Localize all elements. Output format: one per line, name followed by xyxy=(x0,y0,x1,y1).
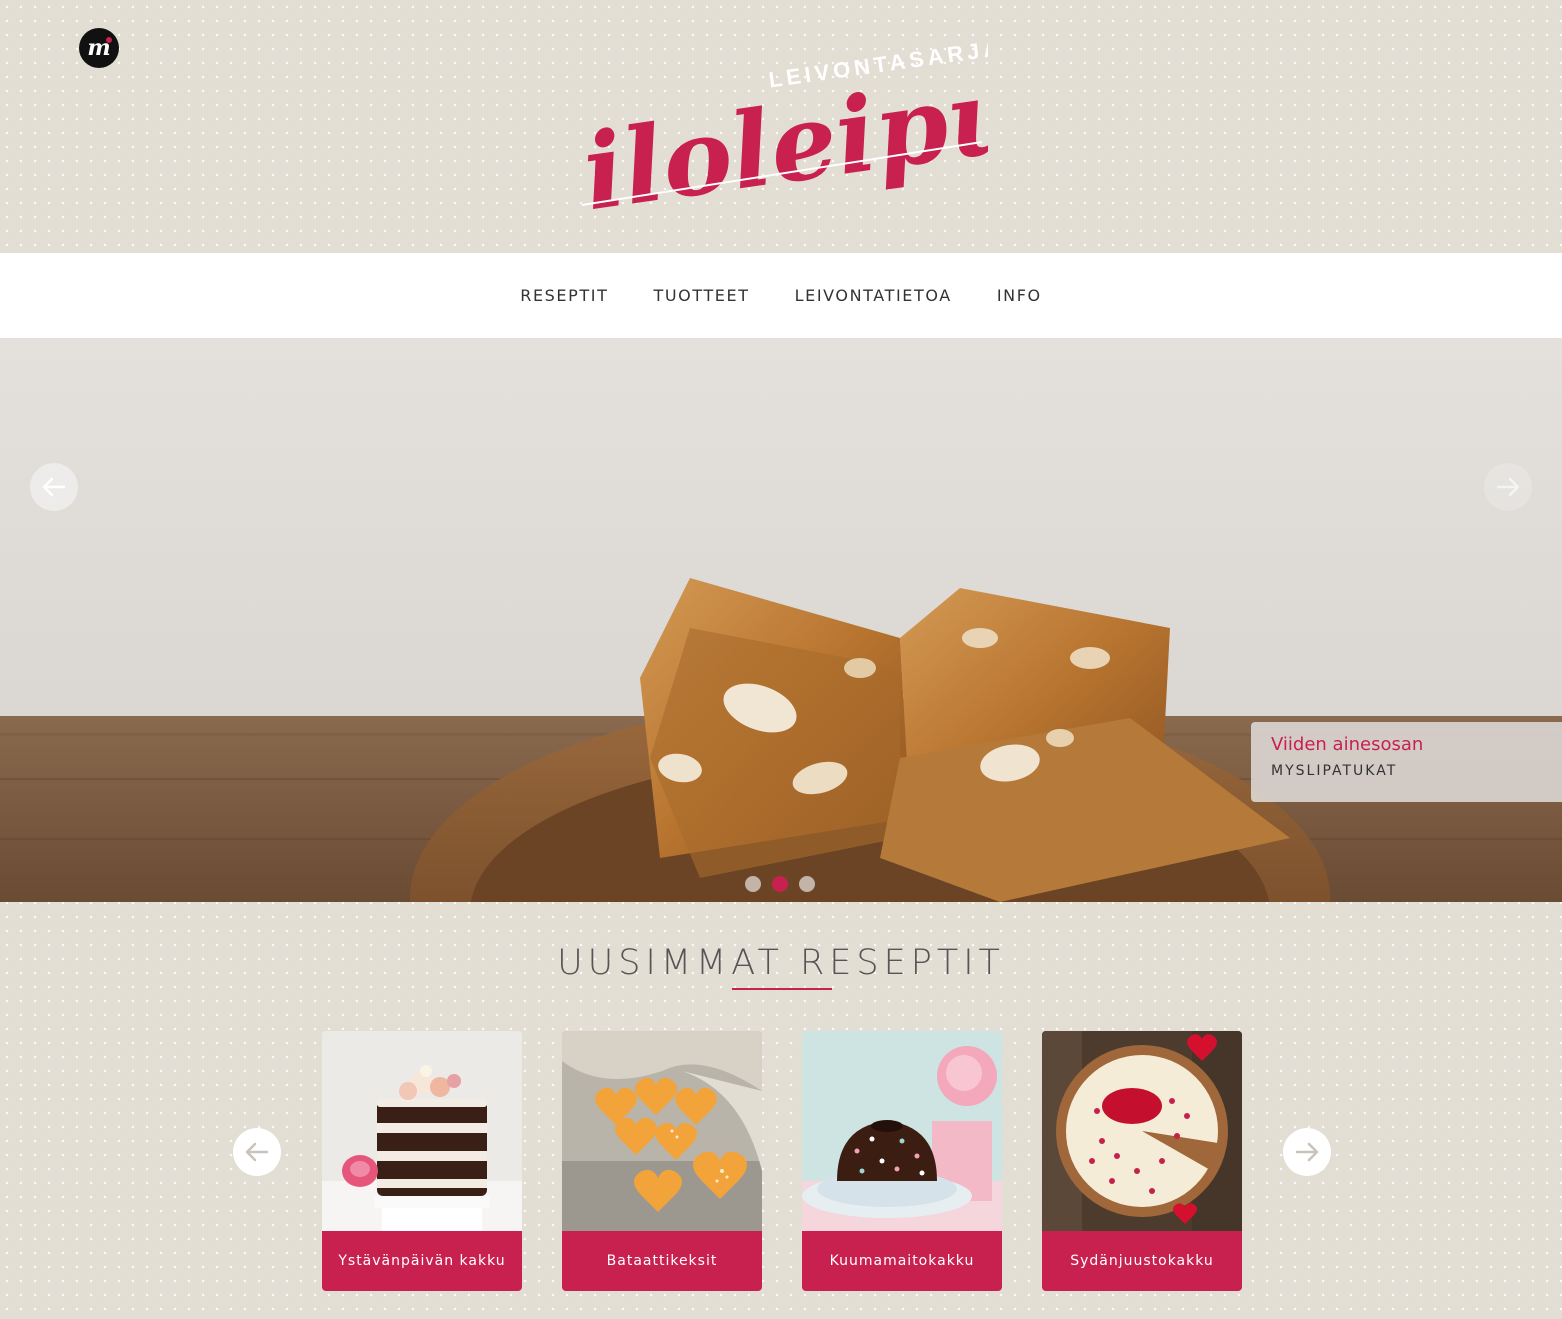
slider-dot-1[interactable] xyxy=(745,876,761,892)
recipe-image xyxy=(562,1031,762,1231)
slider-dot-3[interactable] xyxy=(799,876,815,892)
section-title-underline xyxy=(732,988,832,990)
section-title: UUSIMMAT RESEPTIT xyxy=(557,943,1005,983)
recipe-card-label: Bataattikeksit xyxy=(562,1231,762,1291)
brand-badge-icon[interactable]: m xyxy=(79,28,119,68)
arrow-left-icon xyxy=(245,1142,269,1162)
recipes-next-button[interactable] xyxy=(1283,1128,1331,1176)
nav-item-leivontatietoa[interactable]: LEIVONTATIETOA xyxy=(795,286,952,305)
recipe-card-kuumamaitokakku[interactable]: Kuumamaitokakku xyxy=(802,1031,1002,1291)
recipes-prev-button[interactable] xyxy=(233,1128,281,1176)
arrow-right-icon xyxy=(1496,477,1520,497)
main-nav: RESEPTIT TUOTTEET LEIVONTATIETOA INFO xyxy=(0,253,1562,338)
hero-caption-subtitle: MYSLIPATUKAT xyxy=(1271,763,1398,779)
slider-dot-2[interactable] xyxy=(772,876,788,892)
hero-caption[interactable]: Viiden ainesosan MYSLIPATUKAT xyxy=(1251,722,1562,802)
hero-caption-title: Viiden ainesosan xyxy=(1271,734,1424,755)
hero-image xyxy=(0,338,1562,902)
site-header: m LEIVONTASARJA iloleipuri xyxy=(0,0,1562,253)
nav-item-info[interactable]: INFO xyxy=(997,286,1042,305)
arrow-left-icon xyxy=(42,477,66,497)
hero-prev-button[interactable] xyxy=(30,463,78,511)
hero-slider: Viiden ainesosan MYSLIPATUKAT xyxy=(0,338,1562,902)
nav-item-reseptit[interactable]: RESEPTIT xyxy=(520,286,608,305)
logo-graphic: LEIVONTASARJA iloleipuri xyxy=(576,35,988,218)
recipe-card-sydanjuustokakku[interactable]: Sydänjuustokakku xyxy=(1042,1031,1242,1291)
arrow-right-icon xyxy=(1295,1142,1319,1162)
recipe-card-label: Ystävänpäivän kakku xyxy=(322,1231,522,1291)
recipe-card-label: Sydänjuustokakku xyxy=(1042,1231,1242,1291)
site-logo[interactable]: LEIVONTASARJA iloleipuri xyxy=(576,22,988,218)
recipe-image xyxy=(1042,1031,1242,1231)
recipe-image xyxy=(802,1031,1002,1231)
hero-next-button[interactable] xyxy=(1484,463,1532,511)
brand-badge-dot xyxy=(106,37,112,43)
slider-dots xyxy=(745,876,815,892)
recipe-card-bataattikeksit[interactable]: Bataattikeksit xyxy=(562,1031,762,1291)
recipe-card-ystavanpaivan-kakku[interactable]: Ystävänpäivän kakku xyxy=(322,1031,522,1291)
recipe-image xyxy=(322,1031,522,1231)
recipe-card-label: Kuumamaitokakku xyxy=(802,1231,1002,1291)
nav-item-tuotteet[interactable]: TUOTTEET xyxy=(653,286,749,305)
